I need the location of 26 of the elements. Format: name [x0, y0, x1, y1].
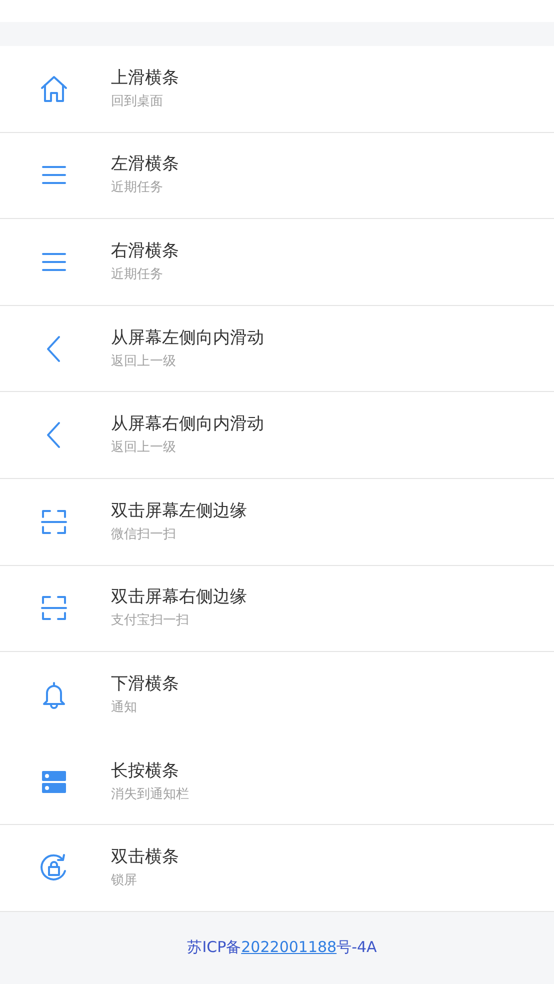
row-subtitle: 锁屏: [111, 872, 138, 890]
lock-rotate-icon: [38, 853, 68, 884]
home-icon: [38, 74, 68, 104]
row-title: 右滑横条: [111, 240, 179, 262]
icp-link[interactable]: 2022001188: [241, 938, 337, 956]
row-title: 双击横条: [111, 846, 179, 868]
row-subtitle: 消失到通知栏: [111, 786, 189, 804]
row-title: 从屏幕右侧向内滑动: [111, 413, 264, 436]
row-subtitle: 微信扫一扫: [111, 526, 177, 544]
row-title: 上滑横条: [111, 66, 179, 89]
row-subtitle: 回到桌面: [111, 92, 164, 111]
gesture-row[interactable]: 双击屏幕右侧边缘 支付宝扫一扫: [0, 566, 554, 652]
row-subtitle: 近期任务: [111, 266, 164, 284]
row-title: 双击屏幕左侧边缘: [111, 500, 247, 522]
row-subtitle: 支付宝扫一扫: [111, 612, 190, 630]
row-title: 长按横条: [111, 760, 180, 782]
row-title: 双击屏幕右侧边缘: [111, 586, 247, 608]
row-subtitle: 通知: [111, 698, 138, 717]
row-title: 从屏幕左侧向内滑动: [111, 326, 264, 349]
row-subtitle: 近期任务: [111, 179, 164, 198]
row-title: 下滑横条: [111, 672, 179, 695]
gesture-row[interactable]: 左滑横条 近期任务: [0, 132, 554, 220]
icp-notice: 苏ICP备2022001188号-4A: [187, 936, 377, 958]
row-subtitle: 返回上一级: [111, 352, 177, 371]
row-subtitle: 返回上一级: [111, 439, 177, 458]
row-title: 左滑横条: [111, 153, 179, 176]
